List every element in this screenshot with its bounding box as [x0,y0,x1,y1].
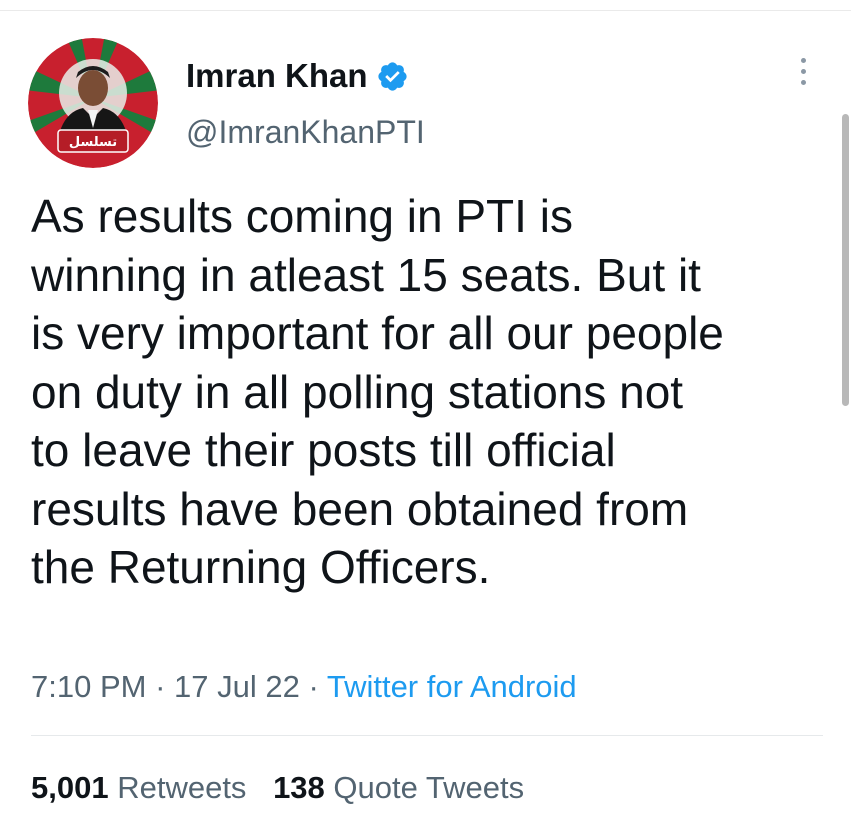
quote-tweets-count: 138 [273,770,325,805]
quote-tweets-label: Quote Tweets [333,770,525,805]
meta-separator: · [299,669,327,704]
tweet-metadata: 7:10 PM · 17 Jul 22 · Twitter for Androi… [31,668,577,706]
tweet-date[interactable]: 17 Jul 22 [174,669,300,704]
tweet-source-link[interactable]: Twitter for Android [327,669,577,704]
retweets-label: Retweets [117,770,247,805]
tweet-time[interactable]: 7:10 PM [31,669,146,704]
retweets-count: 5,001 [31,770,109,805]
tweet-text: As results coming in PTI is winning in a… [31,190,724,593]
author-name-text: Imran Khan [186,57,368,94]
avatar-badge-text: تسلسل [69,135,117,150]
stats-divider [31,735,823,736]
meta-separator: · [146,669,175,704]
avatar-image: تسلسل [28,38,158,168]
verified-badge-icon [376,60,409,93]
top-divider [0,10,851,11]
author-handle[interactable]: @ImranKhanPTI [186,112,425,152]
tweet-stats: 5,001 Retweets 138 Quote Tweets [31,769,524,807]
scrollbar[interactable] [842,114,849,406]
more-options-icon[interactable] [795,58,811,94]
retweets-stat[interactable]: 5,001 Retweets [31,770,246,805]
tweet-detail-screen: تسلسل Imran Khan @ImranKhanPTI As result… [0,0,851,836]
author-display-name[interactable]: Imran Khan [186,56,409,96]
quote-tweets-stat[interactable]: 138 Quote Tweets [273,770,524,805]
avatar[interactable]: تسلسل [28,38,158,168]
